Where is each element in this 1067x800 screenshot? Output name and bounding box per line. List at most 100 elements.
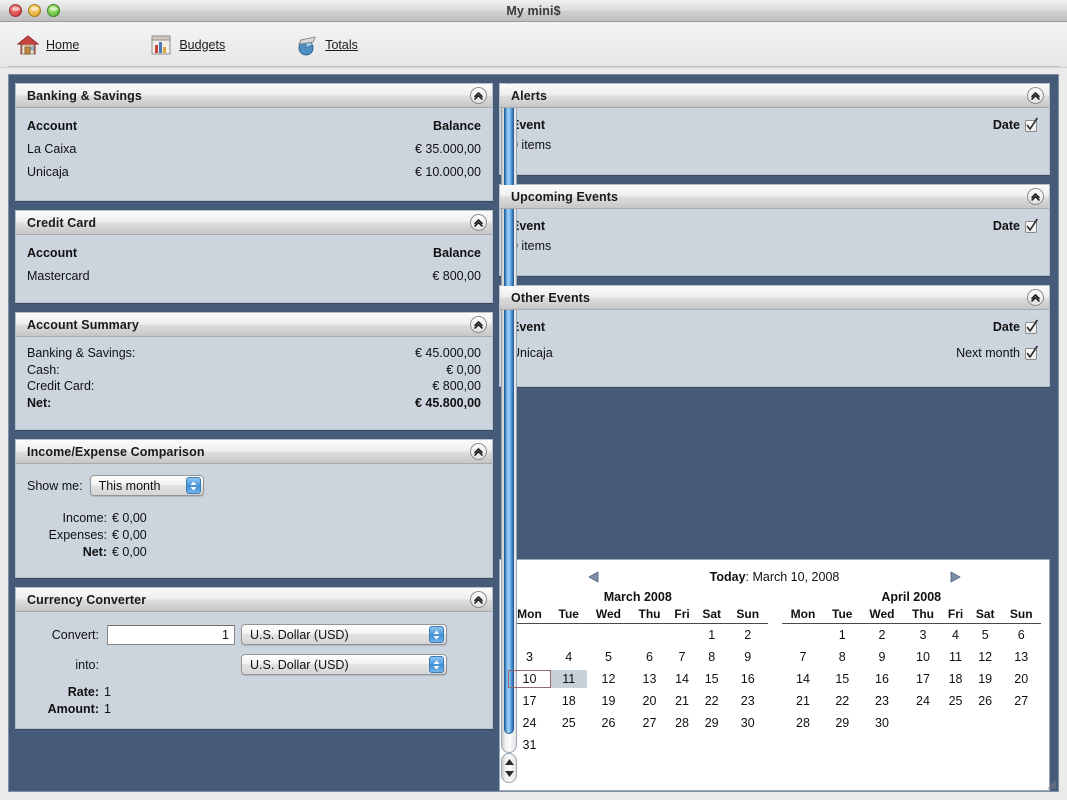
calendar-day[interactable]: 9 [728, 648, 768, 666]
calendar-day[interactable]: 12 [969, 648, 1002, 666]
calendar-day[interactable]: 13 [1001, 648, 1041, 666]
collapse-icon[interactable] [1027, 289, 1044, 306]
calendar-day-cell[interactable]: 28 [782, 712, 825, 734]
table-row[interactable]: Unicaja € 10.000,00 [27, 159, 481, 182]
calendar-day[interactable]: 1 [824, 626, 860, 644]
calendar-day-cell[interactable]: 17 [508, 690, 551, 712]
calendar-day[interactable]: 22 [824, 692, 860, 710]
calendar-day[interactable]: 24 [508, 714, 551, 732]
toolbar-item-home[interactable]: Home [10, 31, 85, 59]
calendar-day-cell[interactable]: 30 [860, 712, 904, 734]
calendar-day[interactable]: 20 [630, 692, 668, 710]
calendar-day-cell[interactable]: 2 [728, 624, 768, 647]
calendar-day[interactable]: 5 [969, 626, 1002, 644]
calendar-day[interactable]: 14 [669, 670, 696, 688]
calendar-day-cell[interactable]: 14 [669, 668, 696, 690]
calendar-day[interactable]: 15 [695, 670, 728, 688]
calendar-day[interactable]: 4 [942, 626, 969, 644]
calendar-day[interactable]: 23 [860, 692, 904, 710]
left-triangle-icon[interactable] [586, 570, 601, 584]
calendar-day[interactable]: 28 [782, 714, 825, 732]
calendar-day[interactable]: 29 [695, 714, 728, 732]
calendar-day-cell[interactable]: 14 [782, 668, 825, 690]
calendar-day-cell[interactable]: 1 [824, 624, 860, 647]
calendar-day-cell[interactable]: 3 [904, 624, 942, 647]
calendar-day[interactable]: 18 [942, 670, 969, 688]
calendar-day-cell[interactable]: 4 [551, 646, 587, 668]
calendar-day[interactable]: 19 [587, 692, 631, 710]
calendar-day-cell[interactable]: 20 [630, 690, 668, 712]
collapse-icon[interactable] [1027, 188, 1044, 205]
calendar-day[interactable]: 7 [782, 648, 825, 666]
calendar-day[interactable]: 16 [860, 670, 904, 688]
checkmark-icon[interactable] [1025, 218, 1038, 233]
calendar-day-cell[interactable]: 23 [728, 690, 768, 712]
calendar-day-cell[interactable]: 11 [550, 668, 587, 690]
calendar-day[interactable]: 8 [824, 648, 860, 666]
calendar-day[interactable]: 11 [942, 648, 969, 666]
calendar-day-cell[interactable]: 3 [508, 646, 551, 668]
calendar-day[interactable]: 24 [904, 692, 942, 710]
calendar-day[interactable]: 6 [630, 648, 668, 666]
calendar-day-cell[interactable]: 26 [969, 690, 1002, 712]
calendar-day[interactable]: 18 [551, 692, 587, 710]
calendar-day-cell[interactable]: 5 [969, 624, 1002, 647]
calendar-day[interactable]: 6 [1001, 626, 1041, 644]
to-currency-dropdown[interactable]: U.S. Dollar (USD) [241, 654, 447, 675]
calendar-day-cell[interactable]: 29 [824, 712, 860, 734]
table-row[interactable]: Unicaja Next month [511, 338, 1038, 362]
calendar-day-cell[interactable]: 24 [904, 690, 942, 712]
calendar-day[interactable]: 22 [695, 692, 728, 710]
calendar-day[interactable]: 13 [630, 670, 668, 688]
calendar-day-cell[interactable]: 6 [1001, 624, 1041, 647]
calendar-day-cell[interactable]: 15 [695, 668, 728, 690]
calendar-day[interactable]: 28 [669, 714, 696, 732]
calendar-day-cell[interactable]: 30 [728, 712, 768, 734]
calendar-day-cell[interactable]: 10 [904, 646, 942, 668]
table-row[interactable]: La Caixa € 35.000,00 [27, 139, 481, 159]
calendar-day-cell[interactable]: 19 [969, 668, 1002, 690]
scroll-down-icon[interactable] [504, 770, 515, 778]
calendar-day-cell[interactable]: 17 [904, 668, 942, 690]
calendar-day[interactable]: 30 [860, 714, 904, 732]
calendar-day-cell[interactable]: 22 [824, 690, 860, 712]
calendar-day[interactable]: 23 [728, 692, 768, 710]
calendar-day-cell[interactable]: 13 [1001, 646, 1041, 668]
calendar-day-today[interactable]: 10 [508, 670, 551, 688]
calendar-day-cell[interactable]: 8 [695, 646, 728, 668]
calendar-day[interactable]: 19 [969, 670, 1002, 688]
calendar-day[interactable]: 17 [904, 670, 942, 688]
calendar-day[interactable]: 30 [728, 714, 768, 732]
calendar-day-cell[interactable]: 6 [630, 646, 668, 668]
calendar-day-cell[interactable]: 27 [1001, 690, 1041, 712]
calendar-day[interactable]: 20 [1001, 670, 1041, 688]
calendar-day-cell[interactable]: 5 [587, 646, 631, 668]
calendar-day-cell[interactable]: 13 [630, 668, 668, 690]
calendar-day-cell[interactable]: 21 [782, 690, 825, 712]
calendar-day[interactable]: 27 [1001, 692, 1041, 710]
calendar-day[interactable]: 3 [904, 626, 942, 644]
calendar-day-cell[interactable]: 16 [860, 668, 904, 690]
calendar-day-cell[interactable]: 29 [695, 712, 728, 734]
calendar-day-cell[interactable]: 31 [508, 734, 551, 756]
collapse-icon[interactable] [1027, 87, 1044, 104]
calendar-day[interactable]: 12 [587, 670, 631, 688]
calendar-day[interactable]: 4 [551, 648, 587, 666]
toolbar-item-totals[interactable]: Totals [289, 31, 364, 59]
calendar-day[interactable]: 17 [508, 692, 551, 710]
right-triangle-icon[interactable] [948, 570, 963, 584]
calendar-day-cell[interactable]: 8 [824, 646, 860, 668]
calendar-day[interactable]: 10 [904, 648, 942, 666]
calendar-day[interactable]: 27 [630, 714, 668, 732]
from-currency-dropdown[interactable]: U.S. Dollar (USD) [241, 624, 447, 645]
calendar-day-cell[interactable]: 23 [860, 690, 904, 712]
calendar-day-cell[interactable]: 7 [782, 646, 825, 668]
period-dropdown[interactable]: This month [89, 475, 204, 496]
calendar-day-cell[interactable]: 18 [551, 690, 587, 712]
calendar-day[interactable]: 15 [824, 670, 860, 688]
calendar-day-cell[interactable]: 27 [630, 712, 668, 734]
calendar-day-cell[interactable]: 10 [508, 668, 551, 690]
calendar-day-cell[interactable]: 9 [860, 646, 904, 668]
calendar-day-cell[interactable]: 18 [942, 668, 969, 690]
calendar-day-cell[interactable]: 25 [942, 690, 969, 712]
